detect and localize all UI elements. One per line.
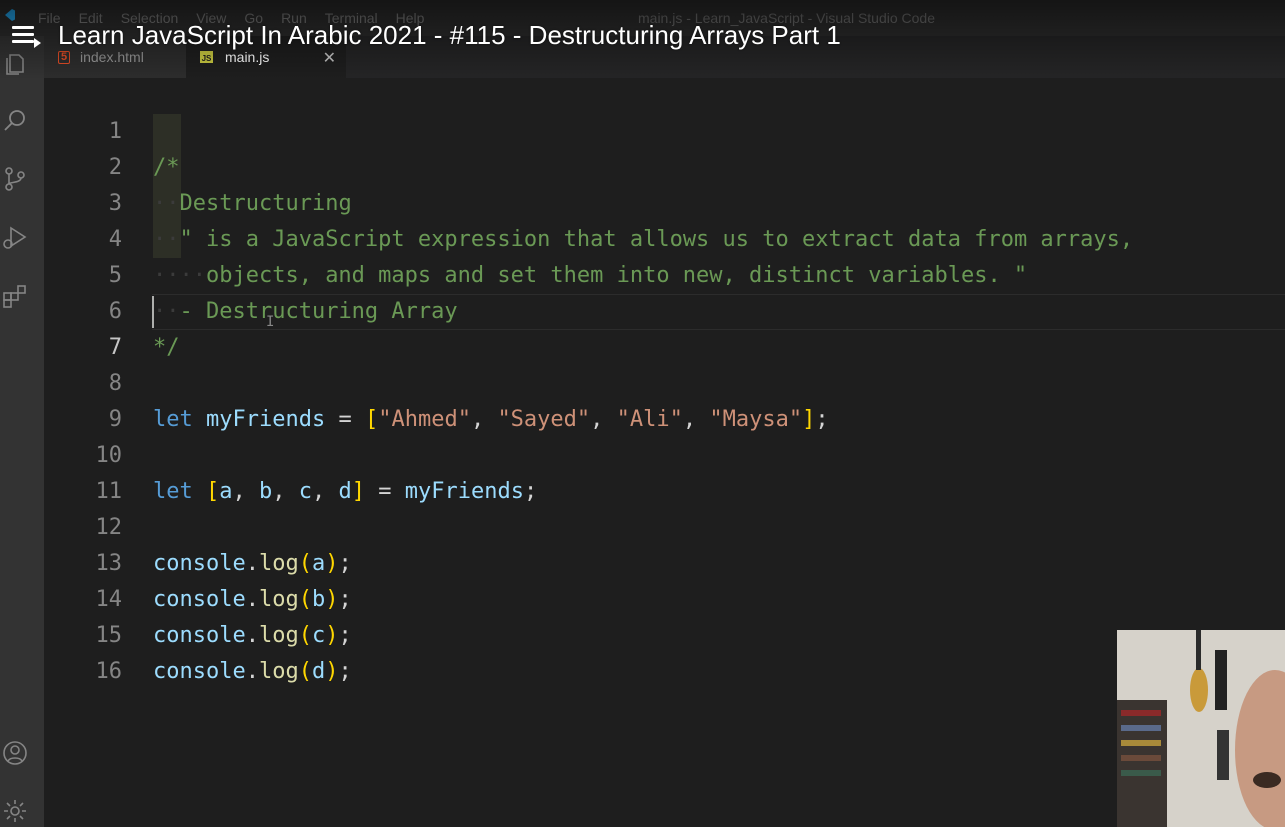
code-line: 6 */: [44, 258, 1285, 360]
code-editor[interactable]: 1 /* 2 ··Destructuring 3 ··" is a JavaSc…: [44, 78, 1285, 827]
account-icon[interactable]: [0, 738, 30, 768]
code-line: 1 /*: [44, 78, 1285, 180]
code-line: 15 console.log(d);: [44, 582, 1285, 684]
code-line: 14 console.log(c);: [44, 546, 1285, 648]
code-line: 13 console.log(b);: [44, 510, 1285, 612]
tab-label: index.html: [80, 49, 144, 65]
activity-bar: [0, 36, 44, 827]
code-line: 2 ··Destructuring: [44, 114, 1285, 216]
code-line: 11: [44, 438, 1285, 504]
search-icon[interactable]: [0, 106, 30, 136]
code-line: 10 let [a, b, c, d] = myFriends;: [44, 402, 1285, 504]
html5-icon: 5: [58, 50, 70, 64]
video-title[interactable]: Learn JavaScript In Arabic 2021 - #115 -…: [58, 20, 841, 51]
function-name: log: [258, 659, 299, 684]
code-line: 9: [44, 366, 1285, 432]
webcam-image: [1117, 630, 1285, 827]
extensions-icon[interactable]: [0, 280, 30, 310]
line-number: 16: [95, 659, 123, 684]
js-icon: JS: [200, 51, 213, 63]
code-line: 8 let myFriends = ["Ahmed", "Sayed", "Al…: [44, 330, 1285, 432]
text-cursor: [152, 296, 154, 328]
variable: console: [153, 659, 246, 684]
source-control-icon[interactable]: [0, 164, 30, 194]
code-line: 16: [44, 618, 1285, 684]
webcam-overlay: [1117, 630, 1285, 827]
code-line-active: 7: [44, 294, 1285, 360]
close-icon[interactable]: ✕: [323, 48, 336, 68]
settings-gear-icon[interactable]: [0, 796, 30, 826]
code-line: 3 ··" is a JavaScript expression that al…: [44, 150, 1285, 252]
mouse-ibeam-icon: I: [266, 314, 275, 330]
code-line: 5 ··- Destructuring Array: [44, 222, 1285, 324]
code-line: 12 console.log(a);: [44, 474, 1285, 576]
explorer-icon[interactable]: [0, 48, 30, 78]
variable: d: [311, 659, 326, 684]
playlist-menu-icon[interactable]: [12, 26, 42, 52]
tab-label: main.js: [225, 49, 270, 65]
vscode-logo-icon: [5, 9, 15, 21]
code-line: 4 ····objects, and maps and set them int…: [44, 186, 1285, 288]
run-debug-icon[interactable]: [0, 222, 30, 252]
